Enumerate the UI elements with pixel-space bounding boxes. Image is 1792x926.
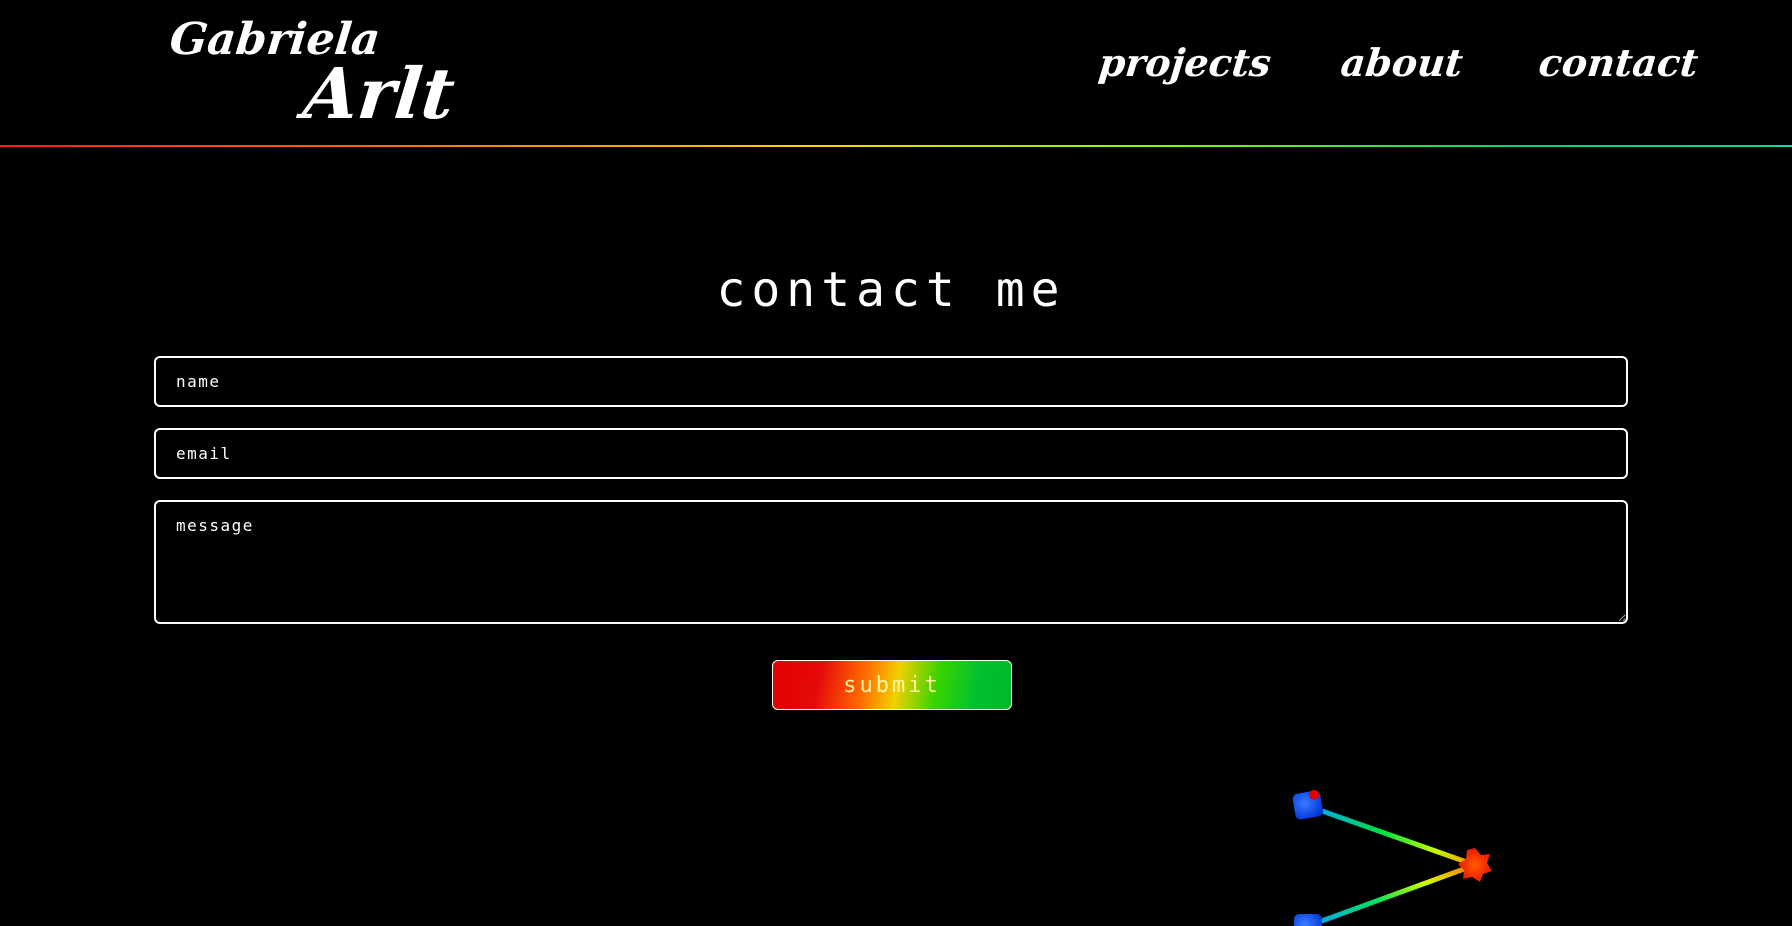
main-nav: projects about contact	[1097, 40, 1701, 85]
rainbow-triangle-icon	[1292, 789, 1492, 926]
logo-last-name: Arlt	[299, 52, 459, 135]
submit-button[interactable]: submit	[772, 660, 1012, 710]
name-input[interactable]	[154, 356, 1628, 407]
nav-about-link[interactable]: about	[1339, 40, 1465, 85]
header-divider	[0, 145, 1792, 147]
nav-contact-link[interactable]: contact	[1537, 40, 1701, 85]
nav-projects-link[interactable]: projects	[1097, 40, 1274, 85]
site-logo[interactable]: Gabriela Arlt	[167, 14, 458, 135]
contact-page: Gabriela Arlt projects about contact con…	[0, 0, 1792, 926]
email-input[interactable]	[154, 428, 1628, 479]
page-title: contact me	[716, 262, 1066, 318]
message-textarea[interactable]	[154, 500, 1628, 624]
